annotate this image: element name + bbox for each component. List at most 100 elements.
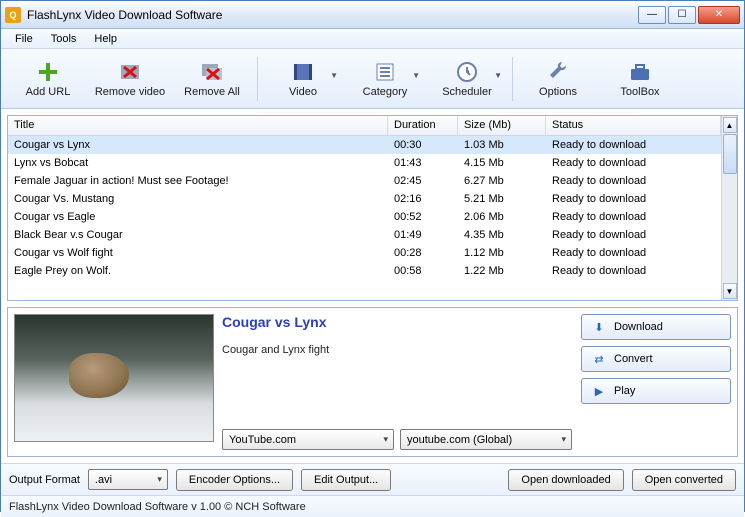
- cell-title: Cougar vs Eagle: [8, 211, 388, 223]
- menubar: File Tools Help: [1, 29, 744, 49]
- minimize-button[interactable]: —: [638, 6, 666, 24]
- video-button[interactable]: Video ▼: [262, 53, 344, 105]
- cell-size: 1.22 Mb: [458, 265, 546, 277]
- cell-status: Ready to download: [546, 229, 721, 241]
- detail-info: Cougar vs Lynx Cougar and Lynx fight You…: [222, 314, 573, 450]
- cell-title: Black Bear v.s Cougar: [8, 229, 388, 241]
- cell-duration: 01:43: [388, 157, 458, 169]
- download-icon: ⬇: [592, 320, 606, 334]
- table-row[interactable]: Female Jaguar in action! Must see Footag…: [8, 172, 721, 190]
- toolbox-button[interactable]: ToolBox: [599, 53, 681, 105]
- output-format-label: Output Format: [9, 474, 80, 486]
- cell-title: Cougar vs Lynx: [8, 139, 388, 151]
- video-list: Title Duration Size (Mb) Status Cougar v…: [7, 115, 738, 301]
- cell-title: Eagle Prey on Wolf.: [8, 265, 388, 277]
- table-row[interactable]: Black Bear v.s Cougar01:494.35 MbReady t…: [8, 226, 721, 244]
- convert-button[interactable]: ⇄Convert: [581, 346, 731, 372]
- options-button[interactable]: Options: [517, 53, 599, 105]
- play-icon: ▶: [592, 384, 606, 398]
- scroll-track[interactable]: [723, 134, 737, 282]
- list-icon: [373, 60, 397, 84]
- film-icon: [291, 60, 315, 84]
- wrench-icon: [546, 60, 570, 84]
- output-format-select[interactable]: .avi: [88, 469, 168, 490]
- app-icon: Q: [5, 7, 21, 23]
- detail-panel: Cougar vs Lynx Cougar and Lynx fight You…: [7, 307, 738, 457]
- output-format-value: .avi: [95, 474, 112, 486]
- add-url-label: Add URL: [26, 86, 71, 98]
- cell-status: Ready to download: [546, 139, 721, 151]
- col-size[interactable]: Size (Mb): [458, 116, 546, 135]
- cell-size: 4.15 Mb: [458, 157, 546, 169]
- cell-status: Ready to download: [546, 247, 721, 259]
- download-button[interactable]: ⬇ Download: [581, 314, 731, 340]
- vertical-scrollbar[interactable]: ▲ ▼: [721, 116, 737, 300]
- titlebar: Q FlashLynx Video Download Software — ☐ …: [1, 1, 744, 29]
- cell-duration: 00:28: [388, 247, 458, 259]
- remove-video-button[interactable]: Remove video: [89, 53, 171, 105]
- separator: [512, 57, 513, 101]
- category-label: Category: [363, 86, 408, 98]
- cell-duration: 00:52: [388, 211, 458, 223]
- close-button[interactable]: ✕: [698, 6, 740, 24]
- remove-all-button[interactable]: Remove All: [171, 53, 253, 105]
- scroll-up-button[interactable]: ▲: [723, 117, 737, 133]
- cell-duration: 02:16: [388, 193, 458, 205]
- scroll-thumb[interactable]: [723, 134, 737, 174]
- cell-duration: 01:49: [388, 229, 458, 241]
- toolbar: Add URL Remove video Remove All Video ▼ …: [1, 49, 744, 109]
- menu-help[interactable]: Help: [86, 31, 125, 47]
- open-downloaded-button[interactable]: Open downloaded: [508, 469, 623, 491]
- encoder-options-button[interactable]: Encoder Options...: [176, 469, 293, 491]
- col-duration[interactable]: Duration: [388, 116, 458, 135]
- action-buttons: ⬇ Download ⇄Convert ▶ Play: [581, 314, 731, 450]
- detail-description: Cougar and Lynx fight: [222, 344, 573, 429]
- video-thumbnail: [14, 314, 214, 442]
- maximize-button[interactable]: ☐: [668, 6, 696, 24]
- table-row[interactable]: Lynx vs Bobcat01:434.15 MbReady to downl…: [8, 154, 721, 172]
- chevron-down-icon: ▼: [494, 71, 502, 80]
- scroll-down-button[interactable]: ▼: [723, 283, 737, 299]
- add-url-button[interactable]: Add URL: [7, 53, 89, 105]
- plus-icon: [36, 60, 60, 84]
- region-select[interactable]: youtube.com (Global): [400, 429, 572, 450]
- download-label: Download: [614, 321, 663, 333]
- table-row[interactable]: Cougar vs Eagle00:522.06 MbReady to down…: [8, 208, 721, 226]
- cell-title: Lynx vs Bobcat: [8, 157, 388, 169]
- table-row[interactable]: Cougar vs Wolf fight00:281.12 MbReady to…: [8, 244, 721, 262]
- film-x-icon: [118, 60, 142, 84]
- open-converted-button[interactable]: Open converted: [632, 469, 736, 491]
- source-select[interactable]: YouTube.com: [222, 429, 394, 450]
- cell-size: 1.03 Mb: [458, 139, 546, 151]
- scheduler-button[interactable]: Scheduler ▼: [426, 53, 508, 105]
- menu-file[interactable]: File: [7, 31, 41, 47]
- source-value: YouTube.com: [229, 434, 296, 446]
- category-button[interactable]: Category ▼: [344, 53, 426, 105]
- cell-duration: 00:30: [388, 139, 458, 151]
- play-label: Play: [614, 385, 635, 397]
- convert-icon: ⇄: [592, 352, 606, 366]
- table-row[interactable]: Eagle Prey on Wolf.00:581.22 MbReady to …: [8, 262, 721, 280]
- scheduler-label: Scheduler: [442, 86, 492, 98]
- status-bar: FlashLynx Video Download Software v 1.00…: [1, 495, 744, 517]
- film-x-all-icon: [200, 60, 224, 84]
- table-row[interactable]: Cougar Vs. Mustang02:165.21 MbReady to d…: [8, 190, 721, 208]
- play-button[interactable]: ▶ Play: [581, 378, 731, 404]
- chevron-down-icon: ▼: [412, 71, 420, 80]
- remove-all-label: Remove All: [184, 86, 240, 98]
- edit-output-button[interactable]: Edit Output...: [301, 469, 391, 491]
- toolbox-icon: [628, 60, 652, 84]
- cell-status: Ready to download: [546, 175, 721, 187]
- region-value: youtube.com (Global): [407, 434, 512, 446]
- options-label: Options: [539, 86, 577, 98]
- col-title[interactable]: Title: [8, 116, 388, 135]
- col-status[interactable]: Status: [546, 116, 721, 135]
- separator: [257, 57, 258, 101]
- cell-size: 5.21 Mb: [458, 193, 546, 205]
- remove-video-label: Remove video: [95, 86, 165, 98]
- table-row[interactable]: Cougar vs Lynx00:301.03 MbReady to downl…: [8, 136, 721, 154]
- cell-size: 1.12 Mb: [458, 247, 546, 259]
- window-title: FlashLynx Video Download Software: [27, 8, 638, 22]
- menu-tools[interactable]: Tools: [43, 31, 85, 47]
- cell-status: Ready to download: [546, 211, 721, 223]
